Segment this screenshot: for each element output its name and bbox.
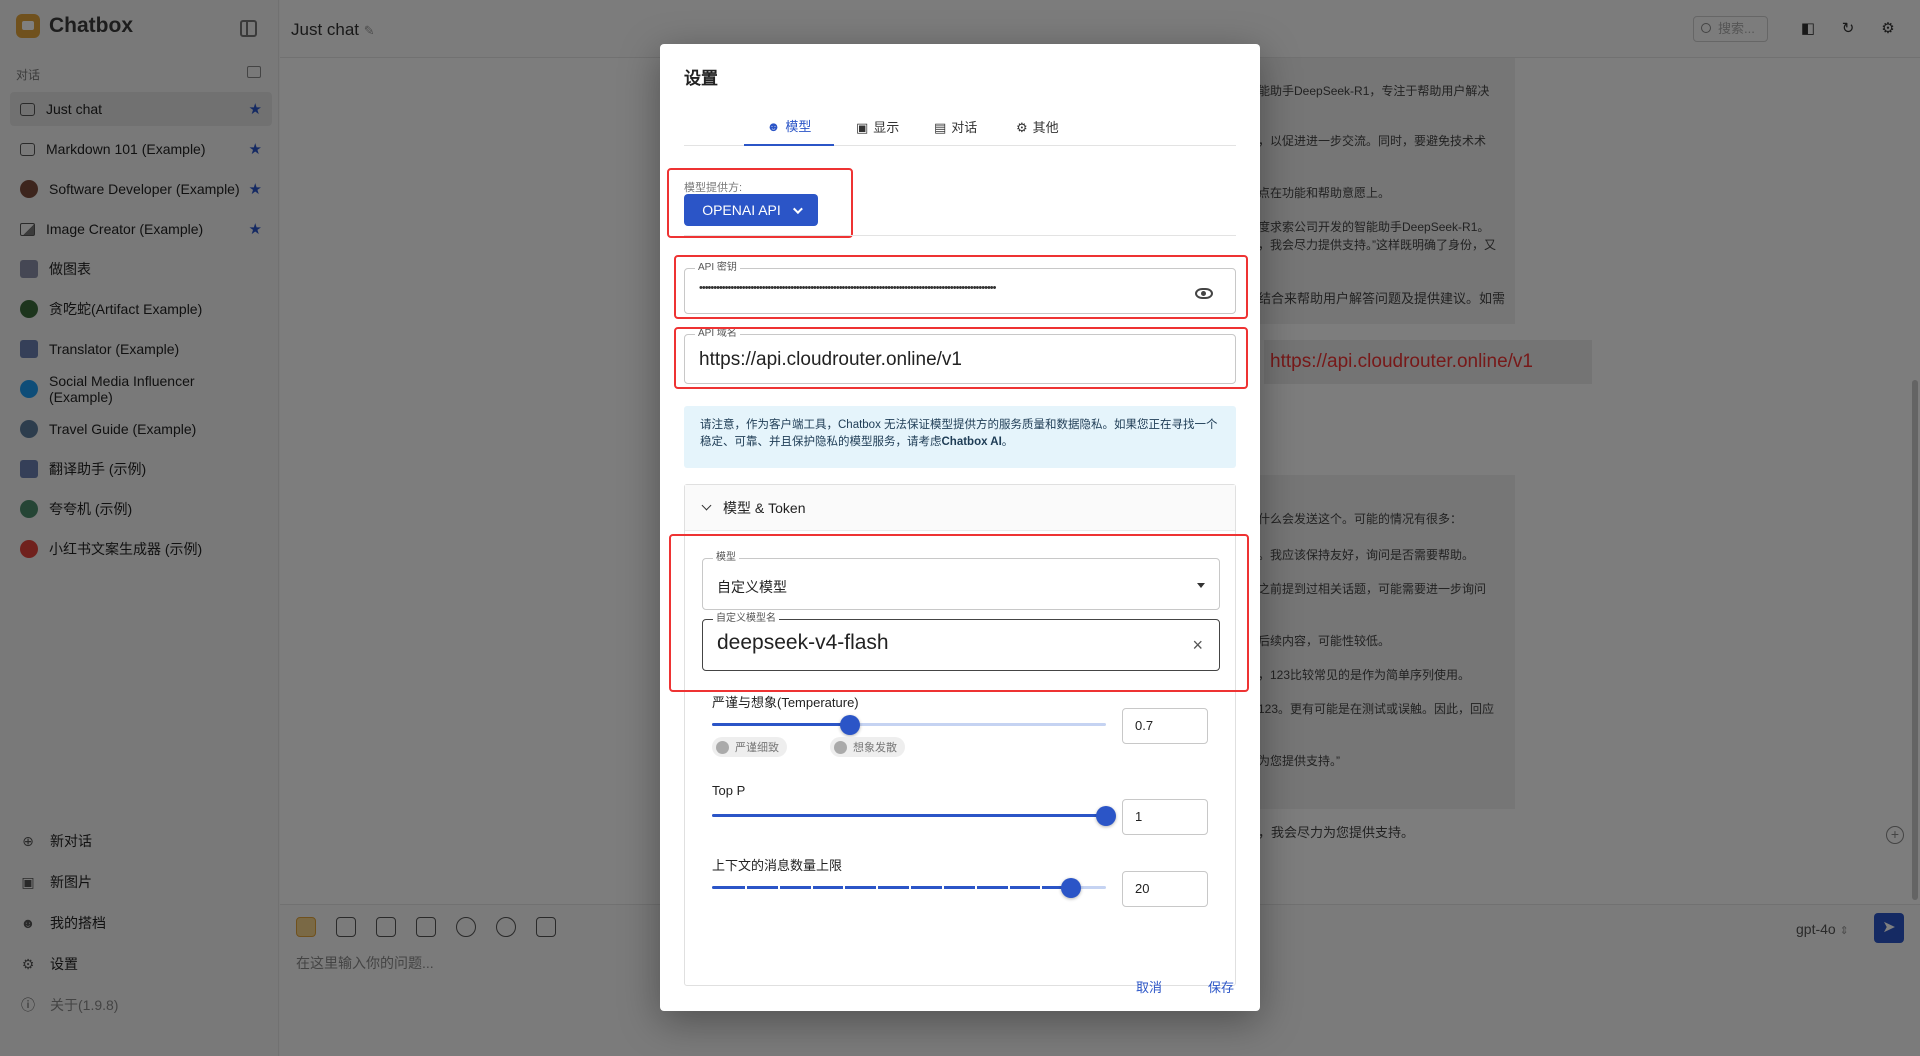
settings-dialog: 设置 ☻ 模型 ▣ 显示 ▤ 对话 ⚙ 其他 模型提供方: OPENAI API… (660, 44, 1260, 1011)
save-button[interactable]: 保存 (1208, 977, 1234, 996)
display-icon: ▣ (856, 120, 869, 135)
slider-tick (777, 886, 780, 889)
context-limit-label: 上下文的消息数量上限 (712, 858, 843, 873)
cancel-button[interactable]: 取消 (1136, 977, 1162, 996)
slider-fill (712, 814, 1106, 817)
lightbulb-icon (834, 740, 847, 754)
slider-fill (712, 886, 1071, 889)
slider-tick (744, 886, 747, 889)
tab-model-label: 模型 (785, 119, 812, 134)
top-p-input[interactable]: 1 (1122, 799, 1208, 835)
slider-tick (909, 886, 911, 889)
robot-icon: ☻ (766, 119, 781, 134)
accordion-header[interactable]: 模型 & Token (685, 485, 1235, 531)
temperature-slider[interactable] (712, 715, 1106, 735)
chip-precise-label: 严谨细致 (735, 742, 779, 754)
slider-fill (712, 723, 850, 726)
slider-tick (843, 886, 846, 889)
tab-other-label: 其他 (1032, 120, 1059, 135)
tab-display[interactable]: ▣ 显示 (856, 110, 899, 146)
settings-tabs: ☻ 模型 ▣ 显示 ▤ 对话 ⚙ 其他 (684, 110, 1236, 146)
highlight-box (674, 327, 1248, 389)
dialog-title: 设置 (684, 69, 718, 88)
slider-thumb[interactable] (1060, 878, 1081, 898)
top-p-label: Top P (712, 783, 746, 798)
top-p-slider[interactable] (712, 806, 1116, 826)
notice-end: 。 (1001, 436, 1014, 448)
tab-chat[interactable]: ▤ 对话 (934, 110, 977, 146)
slider-tick (810, 886, 813, 889)
highlight-box (667, 168, 853, 238)
highlight-box (674, 255, 1248, 319)
slider-tick (1073, 886, 1076, 889)
tab-other[interactable]: ⚙ 其他 (1016, 110, 1059, 146)
precise-icon (716, 740, 729, 754)
slider-thumb[interactable] (1096, 806, 1116, 826)
slider-tick (1040, 886, 1043, 889)
slider-tick (974, 886, 977, 889)
slider-tick (1007, 886, 1010, 889)
slider-thumb[interactable] (839, 715, 860, 735)
chip-creative-label: 想象发散 (853, 742, 897, 754)
highlight-box (669, 534, 1249, 692)
slider-tick (941, 886, 944, 889)
chevron-down-icon (701, 500, 712, 511)
tab-display-label: 显示 (873, 120, 900, 135)
privacy-notice: 请注意，作为客户端工具，Chatbox 无法保证模型提供方的服务质量和数据隐私。… (684, 406, 1236, 468)
tab-model[interactable]: ☻ 模型 (744, 110, 834, 146)
context-limit-slider[interactable] (712, 878, 1106, 898)
accordion-title: 模型 & Token (723, 499, 806, 516)
gear-icon: ⚙ (1016, 120, 1028, 135)
slider-tick (876, 886, 879, 889)
chat-bubble-icon: ▤ (934, 120, 947, 135)
divider (684, 235, 1236, 236)
temperature-label: 严谨与想象(Temperature) (712, 695, 859, 710)
chip-precise[interactable]: 严谨细致 (712, 737, 787, 757)
chatbox-ai-link[interactable]: Chatbox AI (942, 436, 1002, 448)
context-limit-input[interactable]: 20 (1122, 871, 1208, 907)
chip-creative[interactable]: 想象发散 (830, 737, 905, 757)
temperature-input[interactable]: 0.7 (1122, 708, 1208, 744)
tab-chat-label: 对话 (951, 120, 978, 135)
